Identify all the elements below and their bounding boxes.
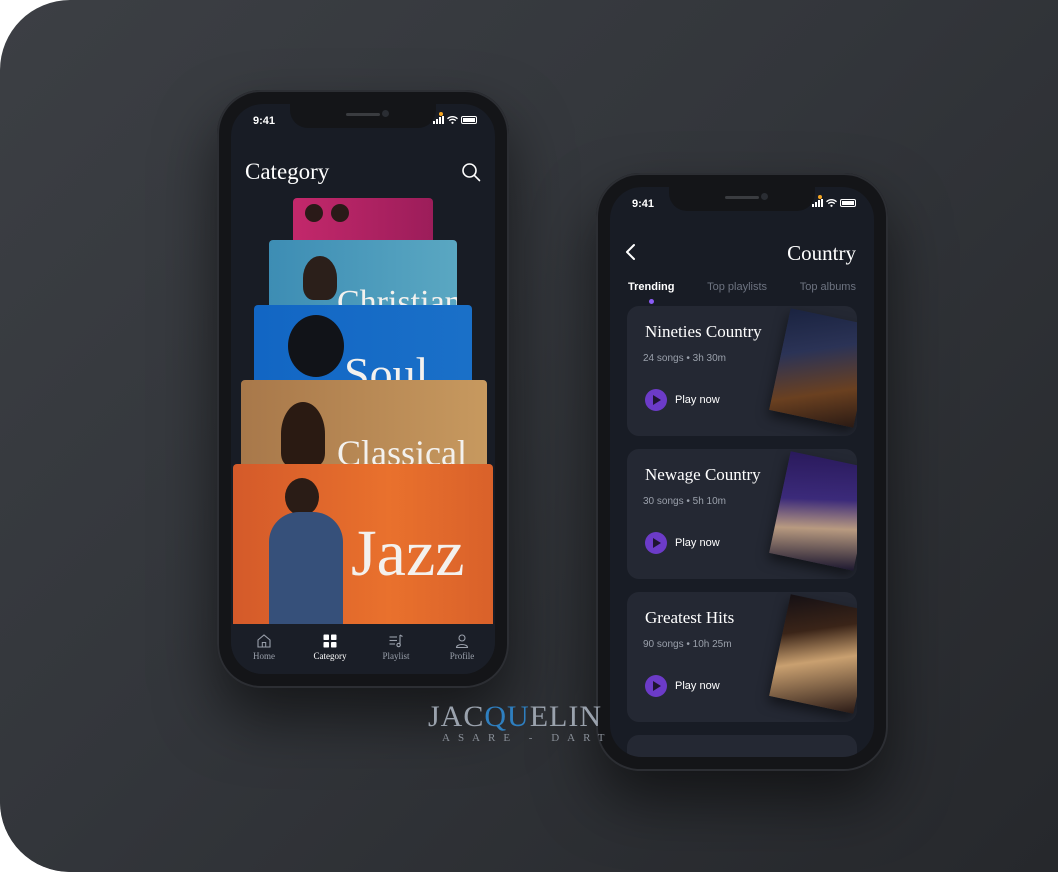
category-screen: 9:41 Category Christian Soul Classical J… [231, 104, 495, 674]
battery-icon [840, 199, 856, 207]
artist-photo [331, 204, 349, 222]
nav-playlist[interactable]: Playlist [366, 633, 426, 661]
playlist-card[interactable]: Newage Country 30 songs • 5h 10m Play no… [627, 449, 857, 579]
tab-bar: Trending Top playlists Top albums [622, 281, 862, 304]
status-time: 9:41 [253, 115, 276, 127]
back-arrow-icon[interactable] [624, 243, 638, 261]
nav-label: Playlist [382, 651, 410, 661]
play-now-button[interactable]: Play now [645, 675, 720, 697]
grid-icon [323, 634, 337, 648]
signal-icon [812, 199, 823, 207]
country-screen: 9:41 Country Trending Top playlists Top … [610, 187, 874, 757]
phone-country: 9:41 Country Trending Top playlists Top … [596, 173, 888, 771]
play-now-button[interactable]: Play now [645, 389, 720, 411]
playlist-title: Newage Country [645, 465, 761, 484]
watermark-name: JACQUELIN [428, 700, 603, 733]
bottom-nav: Home Category Playlist Profile [231, 624, 495, 674]
tab-top-playlists[interactable]: Top playlists [701, 281, 773, 293]
genre-label: Jazz [351, 517, 465, 590]
background-stage: 9:41 Category Christian Soul Classical J… [0, 0, 1058, 872]
genre-card-soul[interactable]: Soul [254, 305, 472, 385]
nav-label: Category [313, 651, 347, 661]
play-icon [645, 675, 667, 697]
genre-card-pop[interactable] [293, 198, 433, 246]
page-title: Category [245, 159, 330, 184]
playlist-card[interactable]: Greatest Hits 90 songs • 10h 25m Play no… [627, 592, 857, 722]
playlist-cover [769, 308, 857, 428]
artist-photo [288, 315, 344, 377]
status-icons [812, 199, 856, 207]
phone-category: 9:41 Category Christian Soul Classical J… [217, 90, 509, 688]
status-time: 9:41 [632, 198, 655, 210]
wifi-icon [447, 116, 458, 124]
play-now-button[interactable]: Play now [645, 532, 720, 554]
nav-home[interactable]: Home [234, 633, 294, 661]
nav-category[interactable]: Category [300, 633, 360, 661]
playlist-meta: 30 songs • 5h 10m [643, 496, 726, 507]
artist-photo [269, 512, 343, 632]
nav-profile[interactable]: Profile [432, 633, 492, 661]
genre-card-jazz[interactable]: Jazz [233, 464, 493, 632]
nav-label: Profile [449, 651, 475, 661]
playlist-card-partial[interactable] [627, 735, 857, 757]
notch [669, 187, 815, 211]
wifi-icon [826, 199, 837, 207]
artist-photo [305, 204, 323, 222]
battery-icon [461, 116, 477, 124]
play-now-label: Play now [675, 537, 720, 549]
genre-card-classical[interactable]: Classical [241, 380, 487, 470]
artist-photo [285, 478, 319, 516]
play-now-label: Play now [675, 394, 720, 406]
tab-top-albums[interactable]: Top albums [794, 281, 862, 293]
artist-photo [303, 256, 337, 300]
playlist-cover [769, 451, 857, 571]
page-title: Country [787, 241, 856, 265]
home-icon [257, 634, 271, 648]
playlist-meta: 24 songs • 3h 30m [643, 353, 726, 364]
nav-label: Home [253, 651, 275, 661]
playlist-cover [769, 594, 857, 714]
tab-trending[interactable]: Trending [622, 281, 680, 304]
play-icon [645, 532, 667, 554]
play-now-label: Play now [675, 680, 720, 692]
genre-card-christian[interactable]: Christian [269, 240, 457, 310]
playlist-icon [389, 634, 403, 648]
status-icons [433, 116, 477, 124]
watermark-surname: ASARE - DART [442, 732, 613, 744]
notch [290, 104, 436, 128]
playlist-meta: 90 songs • 10h 25m [643, 639, 732, 650]
playlist-title: Nineties Country [645, 322, 762, 341]
profile-icon [455, 634, 469, 649]
signal-icon [433, 116, 444, 124]
search-icon[interactable] [461, 162, 481, 182]
play-icon [645, 389, 667, 411]
playlist-card[interactable]: Nineties Country 24 songs • 3h 30m Play … [627, 306, 857, 436]
watermark-logo: JACQUELIN ASARE - DART [428, 700, 613, 744]
playlist-title: Greatest Hits [645, 608, 735, 627]
artist-photo [281, 402, 325, 466]
